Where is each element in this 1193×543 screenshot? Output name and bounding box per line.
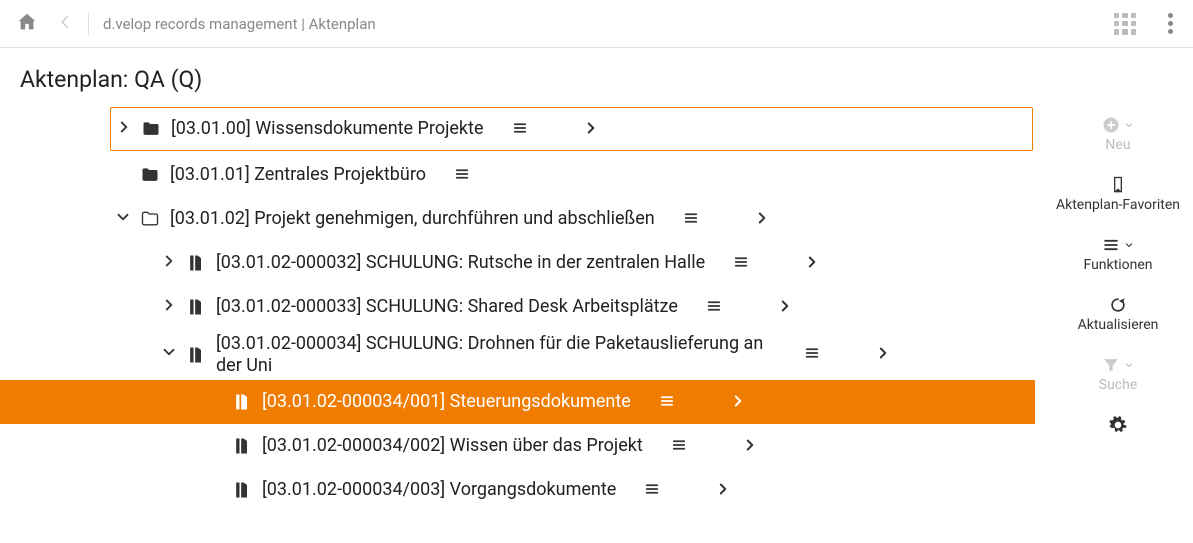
page-title: Aktenplan: QA (Q) [0, 48, 1193, 105]
row-navigate-button[interactable] [872, 342, 894, 367]
tree-container[interactable]: [03.01.00] Wissensdokumente Projekte [03.… [0, 105, 1043, 543]
tree-node-label: [03.01.02-000034] SCHULUNG: Drohnen für … [216, 333, 776, 376]
rail-refresh[interactable]: Aktualisieren [1078, 295, 1159, 333]
row-navigate-button[interactable] [712, 478, 734, 503]
rail-label: Funktionen [1084, 257, 1153, 273]
tree-row[interactable]: [03.01.02] Projekt genehmigen, durchführ… [0, 197, 1035, 241]
binder-icon [228, 436, 256, 456]
bookmark-icon [1108, 175, 1128, 195]
tree-row[interactable]: [03.01.00] Wissensdokumente Projekte [110, 107, 1033, 151]
row-menu-button[interactable] [800, 342, 824, 367]
tree-row[interactable]: [03.01.02-000034/002] Wissen über das Pr… [0, 424, 1035, 468]
collapse-toggle[interactable] [156, 343, 182, 366]
expand-toggle[interactable] [111, 118, 137, 141]
menu-lines-icon [1101, 235, 1121, 255]
row-menu-button[interactable] [640, 478, 664, 503]
app-launcher-icon[interactable] [1114, 13, 1136, 35]
tree-row[interactable]: [03.01.02-000033] SCHULUNG: Shared Desk … [0, 285, 1035, 329]
row-navigate-button[interactable] [774, 295, 796, 320]
rail-new[interactable]: Neu [1101, 115, 1135, 153]
more-menu-icon[interactable] [1164, 13, 1177, 34]
expand-toggle[interactable] [156, 252, 182, 275]
row-navigate-button[interactable] [727, 390, 749, 415]
tree-node-label: [03.01.02-000034/003] Vorgangsdokumente [262, 479, 616, 501]
app-title: d.velop records management | Aktenplan [103, 15, 376, 33]
gear-icon [1108, 415, 1128, 435]
chevron-down-icon [1123, 359, 1135, 371]
rail-label: Suche [1099, 377, 1138, 393]
binder-icon [182, 253, 210, 273]
folder-outline-icon [136, 209, 164, 229]
row-navigate-button[interactable] [580, 117, 602, 142]
right-rail: Neu Aktenplan-Favoriten Funktionen Aktua… [1043, 105, 1193, 543]
rail-label: Neu [1105, 137, 1130, 153]
tree-node-label: [03.01.02-000033] SCHULUNG: Shared Desk … [216, 296, 678, 318]
tree-row[interactable]: [03.01.02-000032] SCHULUNG: Rutsche in d… [0, 241, 1035, 285]
tree-row[interactable]: [03.01.02-000034/001] Steuerungsdokument… [0, 380, 1035, 424]
tree-node-label: [03.01.02-000032] SCHULUNG: Rutsche in d… [216, 252, 705, 274]
row-menu-button[interactable] [729, 251, 753, 276]
tree-node-label: [03.01.02] Projekt genehmigen, durchführ… [170, 208, 655, 230]
row-menu-button[interactable] [508, 117, 532, 142]
chevron-down-icon [1123, 119, 1135, 131]
tree-row[interactable]: [03.01.02-000034/003] Vorgangsdokumente [0, 468, 1035, 512]
separator [88, 13, 89, 35]
tree-node-label: [03.01.02-000034/002] Wissen über das Pr… [262, 435, 643, 457]
collapse-toggle[interactable] [110, 208, 136, 231]
tree-row[interactable]: [03.01.02-000034] SCHULUNG: Drohnen für … [0, 329, 1035, 380]
tree-node-label: [03.01.00] Wissensdokumente Projekte [171, 118, 484, 140]
tree-node-label: [03.01.02-000034/001] Steuerungsdokument… [262, 391, 631, 413]
row-menu-button[interactable] [450, 163, 474, 188]
folder-filled-icon [136, 165, 164, 185]
row-menu-button[interactable] [667, 434, 691, 459]
top-header: d.velop records management | Aktenplan [0, 0, 1193, 48]
rail-favorites[interactable]: Aktenplan-Favoriten [1056, 175, 1180, 213]
plus-icon [1101, 115, 1121, 135]
row-navigate-button[interactable] [801, 251, 823, 276]
rail-label: Aktenplan-Favoriten [1056, 197, 1180, 213]
home-icon[interactable] [16, 11, 38, 37]
expand-toggle[interactable] [156, 296, 182, 319]
tree-node-label: [03.01.01] Zentrales Projektbüro [170, 164, 426, 186]
rail-settings[interactable] [1108, 415, 1128, 437]
chevron-down-icon [1123, 239, 1135, 251]
folder-filled-icon [137, 119, 165, 139]
row-navigate-button[interactable] [751, 207, 773, 232]
rail-label: Aktualisieren [1078, 317, 1159, 333]
binder-icon [182, 297, 210, 317]
refresh-icon [1108, 295, 1128, 315]
filter-icon [1101, 355, 1121, 375]
rail-search[interactable]: Suche [1099, 355, 1138, 393]
binder-icon [228, 392, 256, 412]
tree-row[interactable]: [03.01.01] Zentrales Projektbüro [0, 153, 1035, 197]
binder-icon [228, 480, 256, 500]
row-menu-button[interactable] [702, 295, 726, 320]
row-menu-button[interactable] [655, 390, 679, 415]
row-navigate-button[interactable] [739, 434, 761, 459]
rail-functions[interactable]: Funktionen [1084, 235, 1153, 273]
back-icon[interactable] [38, 13, 74, 35]
row-menu-button[interactable] [679, 207, 703, 232]
binder-icon [182, 345, 210, 365]
